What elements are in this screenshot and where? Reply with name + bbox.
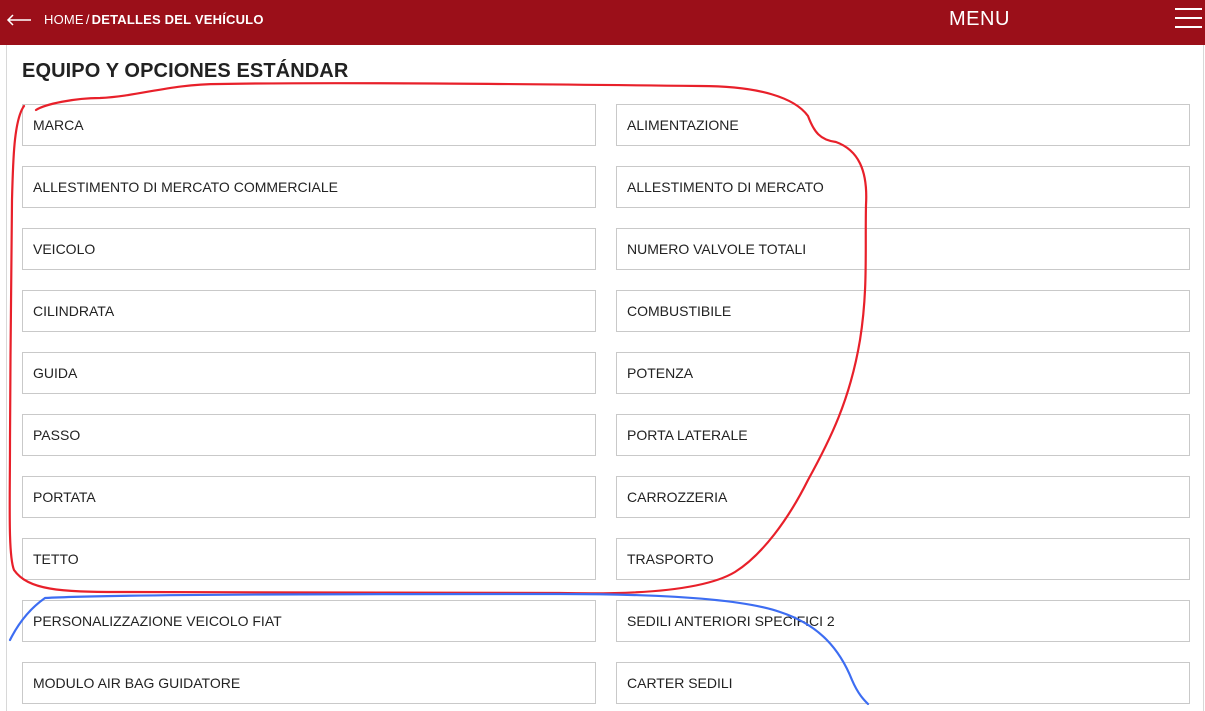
option-personalizzazione-veicolo[interactable]: PERSONALIZZAZIONE VEICOLO FIAT: [22, 600, 596, 642]
breadcrumb-current: DETALLES DEL VEHÍCULO: [91, 12, 264, 27]
option-combustibile[interactable]: COMBUSTIBILE: [616, 290, 1190, 332]
option-carrozzeria[interactable]: CARROZZERIA: [616, 476, 1190, 518]
content-border-left: [6, 45, 7, 711]
option-veicolo[interactable]: VEICOLO: [22, 228, 596, 270]
arrow-left-icon[interactable]: [6, 11, 32, 29]
option-portata[interactable]: PORTATA: [22, 476, 596, 518]
option-cilindrata[interactable]: CILINDRATA: [22, 290, 596, 332]
breadcrumb: HOME / DETALLES DEL VEHÍCULO: [44, 12, 264, 27]
option-alimentazione[interactable]: ALIMENTAZIONE: [616, 104, 1190, 146]
option-trasporto[interactable]: TRASPORTO: [616, 538, 1190, 580]
option-modulo-air-bag[interactable]: MODULO AIR BAG GUIDATORE: [22, 662, 596, 704]
option-tetto[interactable]: TETTO: [22, 538, 596, 580]
option-potenza[interactable]: POTENZA: [616, 352, 1190, 394]
section-title: EQUIPO Y OPCIONES ESTÁNDAR: [22, 60, 349, 82]
option-guida[interactable]: GUIDA: [22, 352, 596, 394]
menu-label[interactable]: MENU: [949, 8, 1010, 31]
option-sedili-anteriori[interactable]: SEDILI ANTERIORI SPECIFICI 2: [616, 600, 1190, 642]
option-allestimento-mercato-commerciale[interactable]: ALLESTIMENTO DI MERCATO COMMERCIALE: [22, 166, 596, 208]
content-border-right: [1203, 45, 1204, 711]
breadcrumb-separator: /: [85, 12, 90, 27]
option-carter-sedili[interactable]: CARTER SEDILI: [616, 662, 1190, 704]
options-grid: MARCA ALIMENTAZIONE ALLESTIMENTO DI MERC…: [22, 104, 1190, 704]
hamburger-icon[interactable]: [1175, 8, 1202, 30]
option-allestimento-mercato[interactable]: ALLESTIMENTO DI MERCATO: [616, 166, 1190, 208]
option-marca[interactable]: MARCA: [22, 104, 596, 146]
option-passo[interactable]: PASSO: [22, 414, 596, 456]
top-bar: HOME / DETALLES DEL VEHÍCULO MENU: [0, 0, 1205, 45]
option-numero-valvole-totali[interactable]: NUMERO VALVOLE TOTALI: [616, 228, 1190, 270]
breadcrumb-home-link[interactable]: HOME: [44, 12, 84, 27]
option-porta-laterale[interactable]: PORTA LATERALE: [616, 414, 1190, 456]
